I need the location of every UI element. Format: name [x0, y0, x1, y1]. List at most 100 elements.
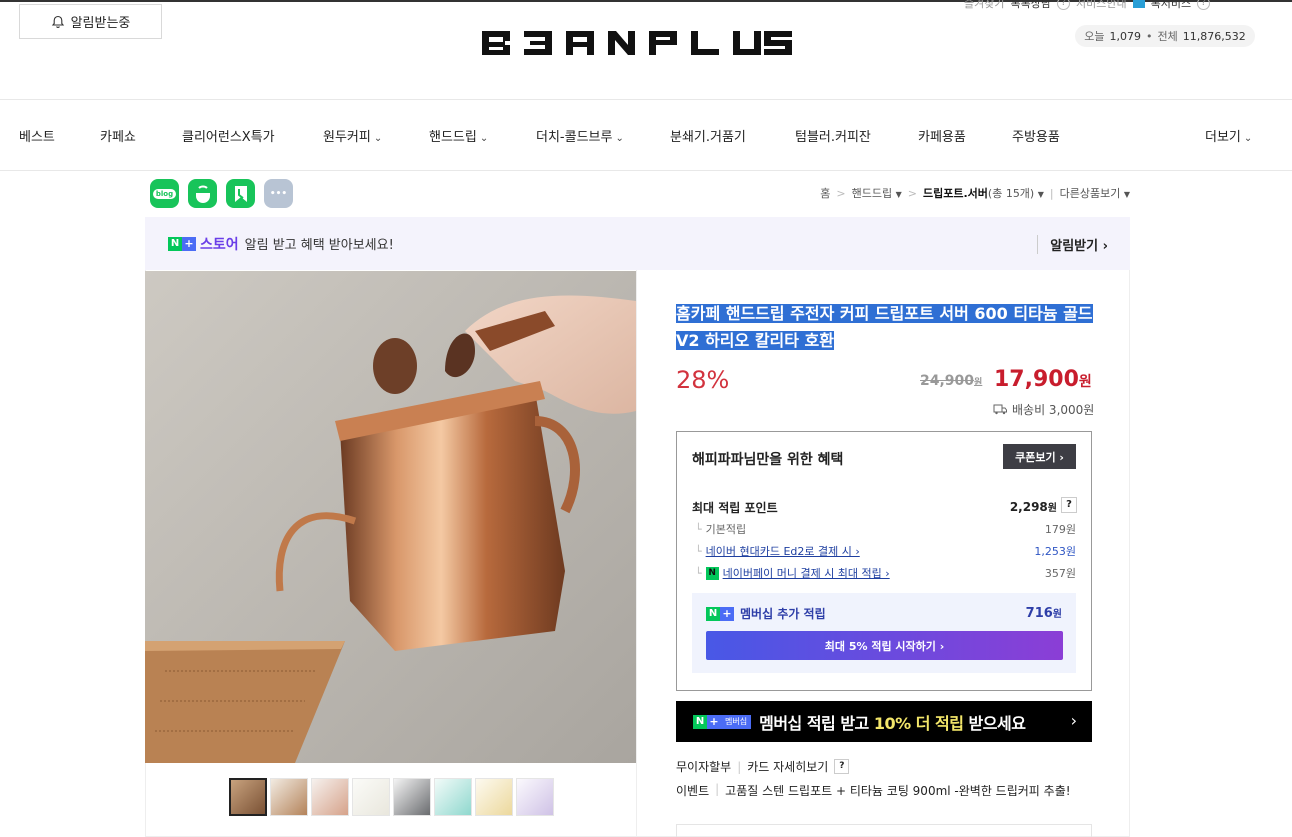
- thumbnail-1[interactable]: [229, 778, 267, 816]
- max-points-value: 2,298원: [1010, 499, 1057, 514]
- product-title-text: 홈카페 핸드드립 주전자 커피 드립포트 서버 600 티타늄 골드 V2 하리…: [676, 304, 1093, 350]
- nav-item-best[interactable]: 베스트: [19, 126, 55, 145]
- blog-icon-label: blog: [152, 188, 177, 199]
- chevron-down-icon: ⌄: [479, 133, 489, 144]
- original-price-value: 24,900: [920, 373, 975, 389]
- breadcrumb-home[interactable]: 홈: [820, 185, 830, 201]
- utility-links: 즐겨찾기 톡톡상담 ? 서비스안내 톡서비스 ?: [964, 0, 1211, 11]
- nav-item-more[interactable]: 더보기 ⌄: [1205, 126, 1252, 145]
- original-price: 24,900원: [920, 373, 982, 389]
- share-buttons: blog •••: [150, 179, 293, 208]
- nav-label: 더치-콜드브루: [536, 130, 613, 145]
- beanplus-logo[interactable]: [480, 29, 792, 57]
- alarm-subscribe-button[interactable]: 알림받는중: [19, 4, 162, 39]
- talk-icon[interactable]: [188, 179, 217, 208]
- max-points-row: 최대 적립 포인트 2,298원 ?: [692, 497, 1077, 516]
- breadcrumb-separator: |: [1049, 186, 1054, 200]
- product-main-image[interactable]: [145, 271, 636, 763]
- discount-rate: 28%: [676, 366, 730, 394]
- nav-item-tumbler[interactable]: 텀블러.커피잔: [795, 126, 871, 145]
- points-help-icon[interactable]: ?: [1061, 497, 1077, 513]
- card-points-row: └ 네이버 현대카드 Ed2로 결제 시 › 1,253원: [695, 543, 1076, 559]
- coffee-cup-icon: [195, 185, 210, 203]
- thumbnail-4[interactable]: [352, 778, 390, 816]
- nav-item-cafe-supplies[interactable]: 카페용품: [918, 126, 966, 145]
- main-navigation: 베스트 카페쇼 클리어런스X특가 원두커피 ⌄ 핸드드립 ⌄ 더치-콜드브루 ⌄ 분쇄…: [0, 99, 1292, 171]
- nstore-badge: N + 스토어: [168, 234, 239, 254]
- nav-item-cafeshow[interactable]: 카페쇼: [100, 126, 136, 145]
- nav-label: 분쇄기.거품기: [670, 130, 746, 145]
- chevron-down-icon: ⌄: [615, 133, 624, 144]
- breadcrumb-current[interactable]: 드립포트.서버(총 15개) ▼: [923, 185, 1044, 201]
- thumbnail-8[interactable]: [516, 778, 554, 816]
- breadcrumb-current-label: 드립포트.서버: [923, 187, 988, 200]
- chevron-down-icon: ⌄: [1243, 133, 1253, 144]
- nav-label: 베스트: [19, 130, 55, 145]
- band-icon[interactable]: [226, 179, 255, 208]
- util-link-talk-service[interactable]: 톡서비스: [1151, 0, 1191, 11]
- nstore-alarm-banner: N + 스토어 알림 받고 혜택 받아보세요! 알림받기 ›: [145, 217, 1130, 270]
- thumbnail-5[interactable]: [393, 778, 431, 816]
- naver-plus-icon: N +: [168, 236, 196, 251]
- breadcrumb: 홈 > 핸드드립 ▼ > 드립포트.서버(총 15개) ▼ | 다른상품보기 ▼: [820, 185, 1130, 201]
- nav-item-kitchen[interactable]: 주방용품: [1012, 126, 1060, 145]
- card-detail-link[interactable]: 카드 자세히보기: [747, 758, 828, 775]
- thumbnail-6[interactable]: [434, 778, 472, 816]
- more-icon[interactable]: •••: [264, 179, 293, 208]
- shipping-info: 배송비 3,000원: [993, 401, 1094, 418]
- tree-branch: └: [695, 522, 702, 536]
- nav-item-clearance[interactable]: 클리어런스X특가: [182, 126, 275, 145]
- blog-icon[interactable]: blog: [150, 179, 179, 208]
- nav-label: 더보기: [1205, 130, 1241, 145]
- nav-item-beans[interactable]: 원두커피 ⌄: [323, 126, 382, 145]
- membership-number: 716: [1025, 606, 1053, 621]
- hyundai-card-link[interactable]: 네이버 현대카드 Ed2로 결제 시 ›: [706, 543, 860, 559]
- basic-points-row: └ 기본적립 179원: [695, 521, 1076, 537]
- installment-label: 무이자할부: [676, 760, 732, 774]
- membership-currency: 원: [1052, 609, 1062, 620]
- alarm-receive-button[interactable]: 알림받기 ›: [1037, 235, 1108, 254]
- membership-banner[interactable]: N + 멤버십 멤버십 적립 받고 10% 더 적립 받으세요 ›: [676, 701, 1092, 742]
- nav-item-handdrip[interactable]: 핸드드립 ⌄: [429, 126, 488, 145]
- store-label: 스토어: [200, 236, 239, 253]
- thumbnail-2[interactable]: [270, 778, 308, 816]
- membership-tag-label: 멤버십: [721, 714, 752, 729]
- card-points-amount: 1,253원: [1034, 545, 1076, 558]
- breadcrumb-handdrip[interactable]: 핸드드립 ▼: [852, 185, 902, 201]
- coupon-button[interactable]: 쿠폰보기 ›: [1003, 444, 1076, 469]
- nav-item-dutch[interactable]: 더치-콜드브루 ⌄: [536, 126, 624, 145]
- nav-label: 주방용품: [1012, 130, 1060, 145]
- util-link-talk[interactable]: 톡톡상담: [1010, 0, 1050, 11]
- nav-label: 카페쇼: [100, 130, 136, 145]
- card-help-icon[interactable]: ?: [834, 759, 850, 774]
- banner-text-before: 멤버십 적립 받고: [759, 713, 874, 733]
- util-link-service[interactable]: 서비스안내: [1076, 0, 1127, 11]
- alarm-label: 알림받는중: [70, 16, 131, 31]
- npay-points-row: └ N 네이버페이 머니 결제 시 최대 적립 › 357원: [695, 565, 1076, 581]
- start-membership-button[interactable]: 최대 5% 적립 시작하기 ›: [706, 631, 1063, 660]
- thumbnail-7[interactable]: [475, 778, 513, 816]
- sale-price: 17,900원: [994, 367, 1092, 392]
- total-count: 11,876,532: [1182, 29, 1246, 43]
- util-link-favorite[interactable]: 즐겨찾기: [964, 0, 1004, 11]
- breadcrumb-label: 핸드드립: [851, 187, 893, 200]
- installment-row: 무이자할부 | 카드 자세히보기 ?: [676, 758, 850, 775]
- nav-item-grinder[interactable]: 분쇄기.거품기: [670, 126, 746, 145]
- today-label: 오늘: [1084, 30, 1105, 43]
- help-icon[interactable]: ?: [1056, 0, 1070, 10]
- breadcrumb-count: (총 15개): [987, 187, 1035, 200]
- help-icon-2[interactable]: ?: [1197, 0, 1211, 10]
- original-price-currency: 원: [974, 378, 983, 388]
- thumbnail-3[interactable]: [311, 778, 349, 816]
- membership-tag: N + 멤버십: [693, 714, 752, 729]
- tree-branch: └: [695, 566, 702, 580]
- tree-branch: └: [695, 544, 702, 558]
- membership-label-row: N + 멤버십 추가 적립: [706, 605, 826, 622]
- event-label: 이벤트: [676, 784, 710, 798]
- divider: |: [737, 759, 742, 774]
- breadcrumb-other[interactable]: 다른상품보기 ▼: [1060, 185, 1130, 201]
- naverpay-money-link[interactable]: 네이버페이 머니 결제 시 최대 적립 ›: [723, 565, 890, 581]
- sale-price-currency: 원: [1078, 374, 1092, 390]
- chevron-down-icon: ⌄: [373, 133, 383, 144]
- divider: |: [715, 782, 720, 796]
